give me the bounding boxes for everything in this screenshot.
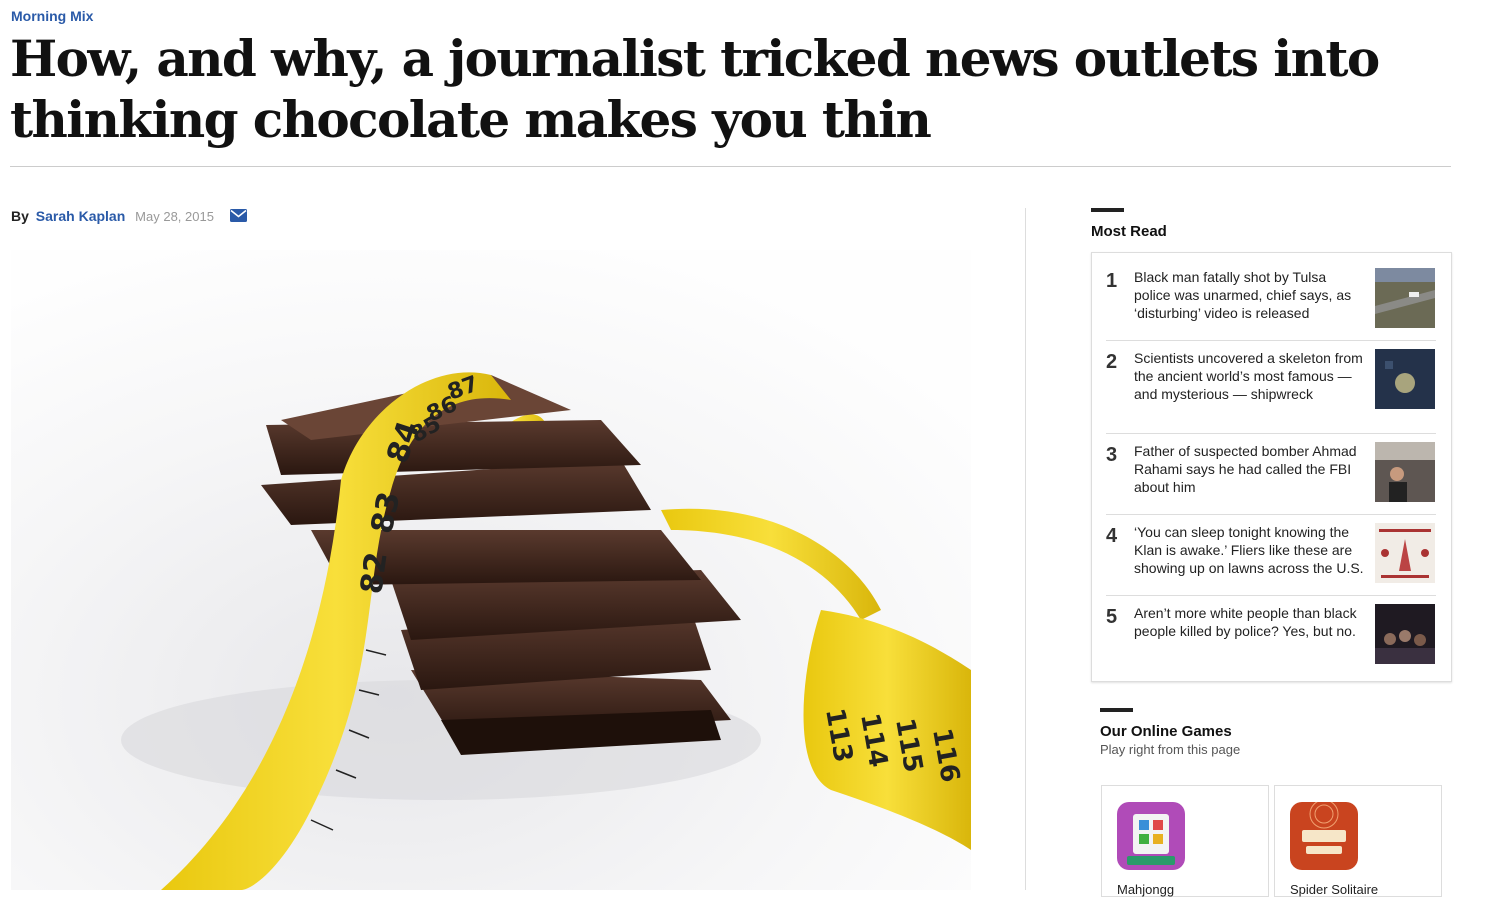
rank-number: 5 xyxy=(1106,606,1118,628)
publish-date: May 28, 2015 xyxy=(135,209,214,224)
most-read-bar xyxy=(1091,208,1124,212)
byline: By Sarah Kaplan May 28, 2015 xyxy=(11,208,214,224)
article-headline: How, and why, a journalist tricked news … xyxy=(10,29,1380,149)
rahami-thumb[interactable] xyxy=(1375,442,1435,502)
rank-number: 3 xyxy=(1106,444,1118,466)
game-card-spider-solitaire[interactable]: Spider Solitaire xyxy=(1274,785,1442,897)
games-bar xyxy=(1100,708,1133,712)
most-read-headline[interactable]: Scientists uncovered a skeleton from the… xyxy=(1134,349,1366,403)
klan-flier-thumb[interactable] xyxy=(1375,523,1435,583)
most-read-title: Most Read xyxy=(1091,223,1167,240)
shipwreck-thumb[interactable] xyxy=(1375,349,1435,409)
most-read-headline[interactable]: ‘You can sleep tonight knowing the Klan … xyxy=(1134,523,1366,577)
rank-number: 1 xyxy=(1106,270,1118,292)
games-title: Our Online Games xyxy=(1100,723,1232,740)
game-card-mahjongg[interactable]: Mahjongg xyxy=(1101,785,1269,897)
protest-thumb[interactable] xyxy=(1375,604,1435,664)
rank-number: 4 xyxy=(1106,525,1118,547)
list-divider xyxy=(1106,340,1436,341)
tape-number: 82 xyxy=(354,550,394,596)
rank-number: 2 xyxy=(1106,351,1118,373)
list-divider xyxy=(1106,514,1436,515)
spider-solitaire-icon[interactable] xyxy=(1290,802,1358,870)
email-icon[interactable] xyxy=(230,209,247,222)
most-read-headline[interactable]: Father of suspected bomber Ahmad Rahami … xyxy=(1134,442,1366,496)
hero-image: 84 83 82 87 86 85 113 114 115 116 xyxy=(11,250,971,890)
column-divider xyxy=(1025,208,1026,890)
section-kicker[interactable]: Morning Mix xyxy=(11,8,93,24)
mahjongg-icon[interactable] xyxy=(1117,802,1185,870)
most-read-headline[interactable]: Aren’t more white people than black peop… xyxy=(1134,604,1366,640)
most-read-list: 1 Black man fatally shot by Tulsa police… xyxy=(1091,252,1452,682)
list-divider xyxy=(1106,595,1436,596)
tulsa-aerial-thumb[interactable] xyxy=(1375,268,1435,328)
headline-divider xyxy=(10,166,1451,167)
author-link[interactable]: Sarah Kaplan xyxy=(36,208,125,224)
most-read-headline[interactable]: Black man fatally shot by Tulsa police w… xyxy=(1134,268,1366,322)
games-subtitle: Play right from this page xyxy=(1100,742,1241,757)
byline-prefix: By xyxy=(11,208,29,224)
list-divider xyxy=(1106,433,1436,434)
